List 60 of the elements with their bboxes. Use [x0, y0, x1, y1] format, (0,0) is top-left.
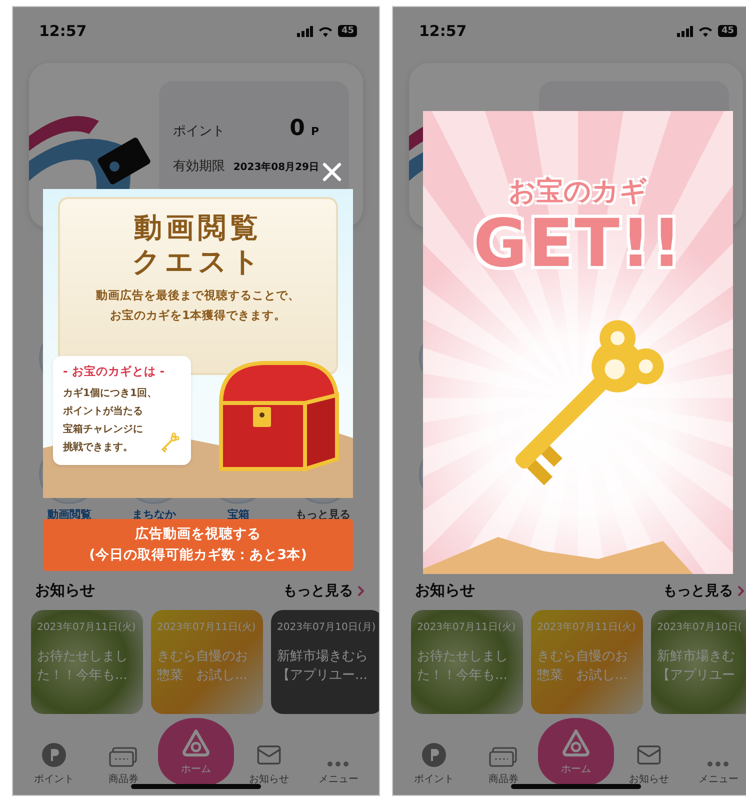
quest-description: 動画広告を最後まで視聴することで、 お宝のカギを1本獲得できます。 [96, 287, 300, 324]
news-date: 2023年07月11日(火) [537, 620, 637, 634]
home-icon [561, 728, 591, 758]
news-date: 2023年07月11日(火) [417, 620, 517, 634]
battery-level: 45 [338, 25, 357, 37]
section-title: お知らせ [415, 581, 475, 600]
tab-bar-item[interactable]: メニュー [684, 738, 746, 786]
ticket-icon [108, 746, 138, 768]
news-date: 2023年07月10日(月) [277, 621, 377, 634]
battery-level: 45 [718, 25, 737, 37]
tab-bar-item[interactable]: ホーム [538, 718, 614, 786]
reward-title: GET!! [473, 209, 683, 278]
news-title: 新鮮市場きむ 【アプリユー [657, 648, 736, 685]
tab-bar-item[interactable]: お知らせ [234, 738, 304, 786]
news-card[interactable]: 2023年07月10日( 新鮮市場きむ 【アプリユー [651, 610, 746, 714]
signal-icon [297, 26, 314, 36]
point-icon [420, 742, 447, 768]
status-time: 12:57 [39, 22, 87, 40]
news-title: お待たせしまし た！！今年も... [37, 648, 129, 685]
reward-subtitle: お宝のカギ [508, 175, 648, 209]
news-card[interactable]: 2023年07月11日(火) お待たせしまし た！！今年も... [31, 610, 143, 714]
more-icon [326, 760, 350, 768]
tab-bar-item[interactable]: 商品券 [88, 738, 158, 786]
menu-label[interactable]: 動画閲覧 [27, 508, 112, 522]
point-value: 0 [290, 116, 305, 141]
menu-label[interactable]: 宝箱 [196, 508, 280, 522]
news-title: お待たせしまし た！！今年も... [417, 648, 509, 685]
bubble-heading: - お宝のカギとは - [63, 364, 166, 379]
tab-bar-item[interactable]: 商品券 [468, 738, 538, 786]
point-label: 有効期限 [173, 158, 225, 175]
watch-video-button[interactable]: 広告動画を視聴する (今日の取得可能カギ数：あと3本) [43, 519, 353, 571]
point-icon [40, 742, 67, 768]
news-title: 新鮮市場きむら 【アプリユー... [277, 648, 369, 685]
point-value: 2023年08月29日 [233, 162, 319, 173]
quest-title: 動画閲覧 クエスト [132, 211, 264, 278]
tab-bar-item[interactable]: お知らせ [614, 738, 684, 786]
news-title: きむら自慢のお 惣菜 お試し... [537, 648, 629, 685]
wifi-icon [698, 26, 714, 36]
wifi-icon [318, 26, 334, 36]
tab-bar-item[interactable]: ホーム [158, 718, 234, 786]
more-link[interactable]: もっと見る [663, 582, 746, 600]
tab-bar-item[interactable]: メニュー [304, 738, 373, 786]
ticket-icon [488, 746, 518, 768]
news-card[interactable]: 2023年07月10日(月) 新鮮市場きむら 【アプリユー... [271, 610, 379, 714]
bubble-text: カギ1個につき1回、 ポイントが当たる 宝箱チャレンジに 挑戦できます。 [63, 386, 157, 455]
more-icon [706, 760, 730, 768]
news-card[interactable]: 2023年07月11日(火) お待たせしまし た！！今年も... [411, 610, 523, 714]
point-unit: P [310, 125, 319, 138]
news-date: 2023年07月11日(火) [157, 620, 257, 634]
point-label: ポイント [173, 123, 225, 140]
section-title: お知らせ [35, 581, 95, 600]
more-link[interactable]: もっと見る [283, 582, 369, 600]
news-date: 2023年07月10日( [657, 621, 743, 634]
news-title: きむら自慢のお 惣菜 お試し... [157, 648, 249, 685]
signal-icon [677, 26, 694, 36]
status-time: 12:57 [419, 22, 467, 40]
home-icon [181, 728, 211, 758]
tab-bar-item[interactable]: ポイント [399, 738, 468, 786]
tab-bar-item[interactable]: ポイント [19, 738, 88, 786]
news-date: 2023年07月11日(火) [37, 620, 137, 634]
